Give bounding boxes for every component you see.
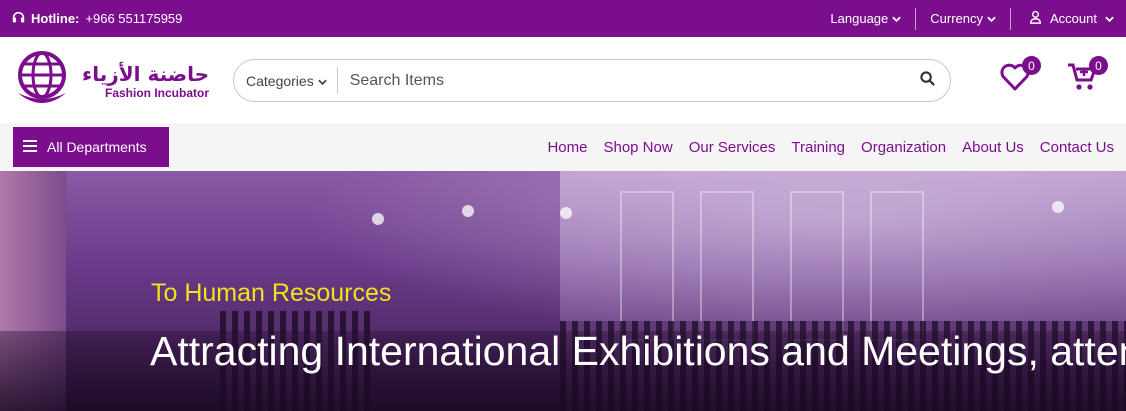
globe-logo-icon (12, 51, 72, 112)
ceiling-light (462, 205, 474, 217)
chevron-down-icon (317, 73, 327, 89)
currency-dropdown[interactable]: Currency (916, 8, 1010, 30)
currency-label: Currency (930, 11, 984, 26)
wall-panel (870, 191, 924, 341)
nav-item-shop-now[interactable]: Shop Now (595, 139, 680, 156)
nav-item-home[interactable]: Home (539, 139, 595, 156)
cart-button[interactable]: 0 (1062, 56, 1108, 99)
user-icon (1029, 10, 1042, 27)
nav-item-our-services[interactable]: Our Services (681, 139, 784, 156)
site-header: حاضنة الأزياء Fashion Incubator Categori… (0, 37, 1126, 123)
hotline: Hotline: +966 551175959 (12, 0, 182, 37)
brand-logo[interactable]: حاضنة الأزياء Fashion Incubator (12, 51, 209, 112)
hero-subtitle: To Human Resources (151, 279, 392, 307)
chevron-down-icon (1105, 11, 1114, 26)
wall-panel (700, 191, 754, 341)
chevron-down-icon (892, 11, 902, 26)
all-departments-button[interactable]: All Departments (13, 127, 169, 167)
wishlist-count-badge: 0 (1022, 56, 1041, 75)
wishlist-button[interactable]: 0 (995, 56, 1041, 99)
search-icon (919, 70, 935, 91)
categories-label: Categories (246, 72, 314, 89)
ceiling-light (372, 213, 384, 225)
main-navigation: All Departments Home Shop Now Our Servic… (0, 123, 1126, 171)
search-bar: Categories (233, 59, 951, 102)
wall-panel (620, 191, 674, 341)
cart-count-badge: 0 (1089, 56, 1108, 75)
wall-panel (790, 191, 844, 341)
search-input[interactable] (337, 61, 904, 100)
hero-banner: To Human Resources Attracting Internatio… (0, 171, 1126, 411)
nav-item-organization[interactable]: Organization (853, 139, 954, 156)
headset-icon (12, 11, 25, 27)
brand-name-arabic: حاضنة الأزياء (82, 61, 210, 86)
ceiling-light (560, 207, 572, 219)
account-label: Account (1050, 11, 1097, 26)
nav-item-about-us[interactable]: About Us (954, 139, 1032, 156)
ceiling-light (1052, 201, 1064, 213)
brand-name-english: Fashion Incubator (105, 85, 210, 100)
language-dropdown[interactable]: Language (816, 8, 915, 30)
search-button[interactable] (904, 61, 950, 101)
top-bar: Hotline: +966 551175959 Language Currenc… (0, 0, 1126, 37)
categories-dropdown[interactable]: Categories (234, 67, 338, 94)
hero-title: Attracting International Exhibitions and… (150, 328, 1126, 374)
hotline-number[interactable]: +966 551175959 (85, 11, 182, 26)
all-departments-label: All Departments (47, 139, 147, 155)
language-label: Language (830, 11, 889, 26)
chevron-down-icon (987, 11, 996, 26)
nav-item-contact-us[interactable]: Contact Us (1032, 139, 1122, 156)
hotline-label: Hotline: (31, 11, 80, 26)
brand-text: حاضنة الأزياء Fashion Incubator (82, 63, 209, 101)
menu-icon (23, 139, 37, 155)
account-dropdown[interactable]: Account (1011, 8, 1126, 30)
nav-menu: Home Shop Now Our Services Training Orga… (539, 123, 1122, 171)
nav-item-training[interactable]: Training (783, 139, 853, 156)
